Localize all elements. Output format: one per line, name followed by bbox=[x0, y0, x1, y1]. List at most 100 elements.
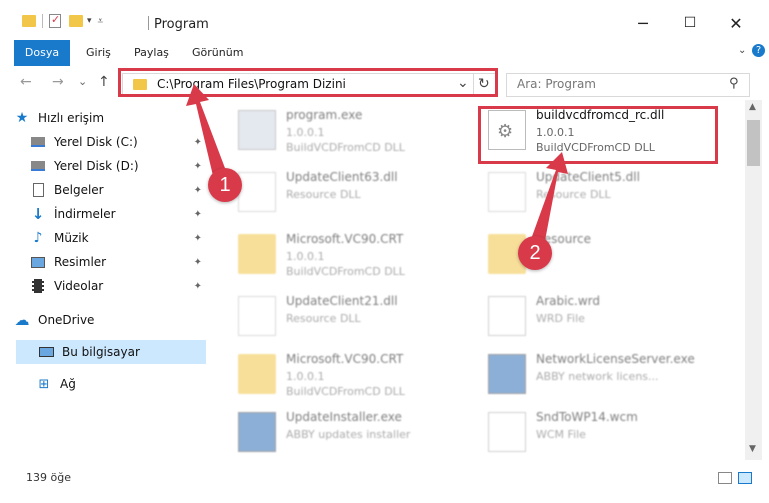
tab-view[interactable]: Görünüm bbox=[192, 40, 243, 66]
application-icon bbox=[488, 354, 526, 394]
pin-icon[interactable]: ✦ bbox=[194, 161, 202, 172]
sidebar-item-label: Bu bilgisayar bbox=[62, 345, 140, 359]
pin-icon[interactable]: ✦ bbox=[194, 233, 202, 244]
list-item[interactable]: program.exe 1.0.0.1 BuildVCDFromCD DLL bbox=[228, 102, 468, 156]
list-item[interactable]: UpdateInstaller.exe ABBY updates install… bbox=[228, 404, 468, 458]
sidebar-item-music[interactable]: ♪ Müzik ✦ bbox=[30, 226, 206, 250]
pin-icon[interactable]: ✦ bbox=[194, 137, 202, 148]
file-version: 1.0.0.1 bbox=[286, 126, 325, 139]
up-button[interactable]: ↑ bbox=[98, 74, 110, 90]
folder-icon[interactable] bbox=[22, 15, 36, 27]
list-item[interactable]: SndToWP14.wcm WCM File bbox=[478, 404, 718, 458]
search-input[interactable]: Ara: Program bbox=[517, 77, 596, 91]
tab-share[interactable]: Paylaş bbox=[134, 40, 169, 66]
status-bar: 139 öğe bbox=[0, 464, 769, 492]
drive-icon bbox=[30, 134, 46, 150]
sidebar-item-label: Müzik bbox=[54, 231, 89, 245]
callout-badge-2: 2 bbox=[518, 236, 552, 270]
list-item[interactable]: NetworkLicenseServer.exe ABBY network li… bbox=[478, 346, 718, 400]
list-item[interactable]: Microsoft.VC90.CRT 1.0.0.1 BuildVCDFromC… bbox=[228, 346, 468, 400]
scrollbar-thumb[interactable] bbox=[747, 120, 760, 166]
item-count: 139 öğe bbox=[26, 471, 71, 484]
quick-access-toolbar: ✓ ▾ ⩡ bbox=[22, 12, 103, 30]
sidebar-item-label: Yerel Disk (D:) bbox=[54, 159, 139, 173]
file-description: WRD File bbox=[536, 312, 585, 325]
file-name: UpdateClient21.dll bbox=[286, 294, 398, 308]
customize-icon[interactable]: ⩡ bbox=[98, 16, 104, 27]
list-item[interactable]: UpdateClient21.dll Resource DLL bbox=[228, 288, 468, 342]
help-icon[interactable]: ? bbox=[752, 44, 765, 57]
list-item[interactable]: Microsoft.VC90.CRT 1.0.0.1 BuildVCDFromC… bbox=[228, 226, 468, 280]
list-item[interactable]: UpdateClient63.dll Resource DLL bbox=[228, 164, 468, 218]
file-name: Microsoft.VC90.CRT bbox=[286, 352, 404, 366]
file-description: BuildVCDFromCD DLL bbox=[286, 141, 405, 154]
back-button[interactable]: ← bbox=[20, 74, 32, 90]
file-description: Resource DLL bbox=[536, 188, 611, 201]
search-box[interactable]: Ara: Program ⚲ bbox=[506, 73, 750, 97]
file-name: program.exe bbox=[286, 108, 363, 122]
sidebar-item-onedrive[interactable]: ☁ OneDrive bbox=[14, 308, 206, 332]
details-view-icon[interactable] bbox=[718, 472, 732, 484]
window-title: Program bbox=[154, 17, 209, 32]
application-icon bbox=[238, 412, 276, 452]
title-bar: ✓ ▾ ⩡ Program ─ ☐ ✕ bbox=[0, 0, 769, 40]
sidebar-item-label: Belgeler bbox=[54, 183, 104, 197]
tab-file[interactable]: Dosya bbox=[14, 40, 70, 66]
network-icon: ⊞ bbox=[38, 376, 50, 392]
chevron-down-icon[interactable]: ▼ bbox=[749, 444, 756, 454]
file-description: BuildVCDFromCD DLL bbox=[286, 385, 405, 398]
vertical-scrollbar[interactable]: ▲ ▼ bbox=[745, 100, 762, 460]
list-item[interactable]: Arabic.wrd WRD File bbox=[478, 288, 718, 342]
tab-home[interactable]: Giriş bbox=[86, 40, 111, 66]
file-icon bbox=[488, 296, 526, 336]
file-version: 1.0.0.1 bbox=[286, 250, 325, 263]
new-folder-icon[interactable] bbox=[69, 15, 83, 27]
recent-locations-button[interactable]: ⌄ bbox=[78, 75, 87, 88]
sidebar-item-local-disk-c[interactable]: Yerel Disk (C:) ✦ bbox=[30, 130, 206, 154]
application-icon bbox=[238, 110, 276, 150]
sidebar-item-label: Hızlı erişim bbox=[38, 111, 105, 125]
file-description: ABBY network licens... bbox=[536, 370, 659, 383]
properties-icon[interactable]: ✓ bbox=[49, 13, 61, 28]
chevron-down-icon[interactable]: ⌄ bbox=[738, 45, 746, 56]
divider bbox=[42, 14, 43, 28]
large-icons-view-icon[interactable] bbox=[738, 472, 752, 484]
forward-button[interactable]: → bbox=[52, 74, 64, 90]
pin-icon[interactable]: ✦ bbox=[194, 209, 202, 220]
sidebar-item-this-pc[interactable]: Bu bilgisayar bbox=[16, 340, 206, 364]
document-icon bbox=[30, 182, 46, 198]
pin-icon[interactable]: ✦ bbox=[194, 185, 202, 196]
music-icon: ♪ bbox=[33, 230, 43, 246]
sidebar-item-documents[interactable]: Belgeler ✦ bbox=[30, 178, 206, 202]
ribbon: Dosya Giriş Paylaş Görünüm ⌄ ? bbox=[0, 40, 769, 67]
minimize-button[interactable]: ─ bbox=[620, 10, 666, 36]
file-version: 1.0.0.1 bbox=[286, 370, 325, 383]
file-name: Arabic.wrd bbox=[536, 294, 601, 308]
chevron-up-icon[interactable]: ▲ bbox=[749, 102, 756, 112]
maximize-button[interactable]: ☐ bbox=[667, 10, 713, 36]
sidebar-item-label: Yerel Disk (C:) bbox=[54, 135, 138, 149]
file-name: Microsoft.VC90.CRT bbox=[286, 232, 404, 246]
chevron-down-icon[interactable]: ▾ bbox=[87, 16, 92, 26]
sidebar-item-label: OneDrive bbox=[38, 313, 95, 327]
file-name: UpdateClient63.dll bbox=[286, 170, 398, 184]
list-item[interactable]: Resource bbox=[478, 226, 718, 280]
sidebar-item-local-disk-d[interactable]: Yerel Disk (D:) ✦ bbox=[30, 154, 206, 178]
callout-badge-1: 1 bbox=[208, 168, 242, 202]
sidebar-item-quick-access[interactable]: ★ Hızlı erişim bbox=[14, 106, 206, 130]
close-button[interactable]: ✕ bbox=[713, 10, 759, 36]
sidebar-item-videos[interactable]: Videolar ✦ bbox=[30, 274, 206, 298]
pin-icon[interactable]: ✦ bbox=[194, 257, 202, 268]
folder-icon bbox=[238, 234, 276, 274]
sidebar-item-pictures[interactable]: Resimler ✦ bbox=[30, 250, 206, 274]
file-name: UpdateInstaller.exe bbox=[286, 410, 402, 424]
pin-icon[interactable]: ✦ bbox=[194, 281, 202, 292]
file-description: BuildVCDFromCD DLL bbox=[286, 265, 405, 278]
list-item[interactable]: UpdateClient5.dll Resource DLL bbox=[478, 164, 718, 218]
dll-file-icon bbox=[488, 172, 526, 212]
computer-icon bbox=[38, 344, 54, 360]
sidebar-item-network[interactable]: ⊞ Ağ bbox=[36, 372, 206, 396]
search-icon[interactable]: ⚲ bbox=[729, 76, 739, 91]
sidebar-item-label: Videolar bbox=[54, 279, 104, 293]
sidebar-item-downloads[interactable]: ↓ İndirmeler ✦ bbox=[30, 202, 206, 226]
